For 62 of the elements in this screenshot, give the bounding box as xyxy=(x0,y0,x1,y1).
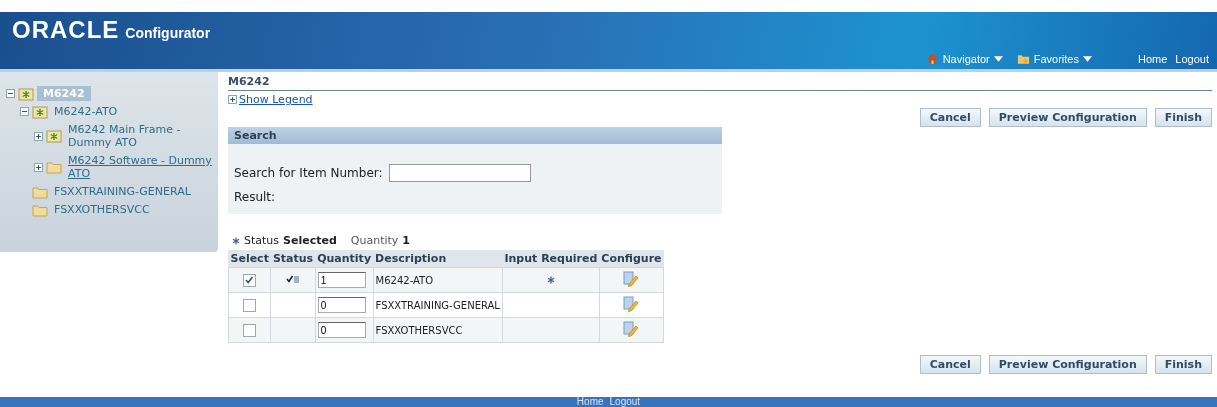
tree-item[interactable]: FSXXOTHERSVCC xyxy=(51,202,153,217)
quantity-value: 1 xyxy=(402,234,410,247)
description-cell: FSXXOTHERSVCC xyxy=(373,317,503,343)
search-field[interactable] xyxy=(388,164,531,182)
column-header: Configure xyxy=(599,250,664,268)
tree-toggle-icon[interactable] xyxy=(20,107,29,116)
asterisk-icon xyxy=(232,236,240,245)
column-header: Status xyxy=(270,250,316,268)
search-header: Search xyxy=(228,127,722,144)
caret-icon xyxy=(1083,56,1092,62)
page-title: M6242 xyxy=(228,72,1212,91)
edit-icon[interactable] xyxy=(623,296,640,312)
result-label: Result: xyxy=(233,189,277,206)
show-legend-link[interactable]: Show Legend xyxy=(239,93,313,106)
house-icon xyxy=(925,53,939,65)
logo-text: ORACLE xyxy=(12,16,120,44)
action-button[interactable]: Cancel xyxy=(919,108,981,127)
folder-star-icon xyxy=(1016,53,1030,65)
action-button[interactable]: Cancel xyxy=(919,355,981,374)
footer-link[interactable]: Home xyxy=(576,397,604,407)
tree-item[interactable]: M6242 Software - Dummy ATO xyxy=(65,153,218,181)
action-button[interactable]: Preview Configuration xyxy=(988,355,1147,374)
folder-icon xyxy=(32,202,48,217)
select-checkbox[interactable] xyxy=(243,298,257,312)
edit-icon[interactable] xyxy=(623,271,640,287)
header-link[interactable]: Logout xyxy=(1175,53,1209,65)
action-button[interactable]: Finish xyxy=(1154,108,1212,127)
column-header: Input Required xyxy=(502,250,600,268)
quantity-field[interactable]: 0 xyxy=(317,322,366,338)
column-header: Description xyxy=(373,250,503,268)
folder-icon xyxy=(32,184,48,199)
description-cell: FSXXTRAINING-GENERAL xyxy=(373,292,503,318)
tree-toggle-icon[interactable] xyxy=(34,131,43,141)
status-check-icon xyxy=(286,274,301,284)
select-checkbox[interactable] xyxy=(243,273,257,287)
product-title: Configurator xyxy=(125,25,211,41)
action-button[interactable]: Preview Configuration xyxy=(988,108,1147,127)
edit-icon[interactable] xyxy=(623,321,640,337)
select-checkbox[interactable] xyxy=(243,323,257,337)
header-link[interactable]: Home xyxy=(1138,53,1168,65)
caret-icon xyxy=(993,56,1003,62)
nav-menu[interactable]: Favorites xyxy=(1033,53,1079,65)
column-header: Select xyxy=(228,250,271,268)
quantity-field[interactable]: 1 xyxy=(317,272,366,288)
column-header: Quantity xyxy=(315,250,374,268)
status-label: Status xyxy=(244,234,280,247)
nav-menu[interactable]: Navigator xyxy=(942,53,990,65)
action-button[interactable]: Finish xyxy=(1154,355,1212,374)
asterisk-icon xyxy=(546,275,555,284)
footer-link[interactable]: Logout xyxy=(609,397,641,407)
tree-item[interactable]: FSXXTRAINING-GENERAL xyxy=(51,184,194,199)
quantity-label: Quantity xyxy=(350,234,399,247)
quantity-field[interactable]: 0 xyxy=(317,297,366,313)
description-cell: M6242-ATO xyxy=(373,267,503,293)
expand-icon xyxy=(228,95,237,104)
tree-toggle-icon[interactable] xyxy=(6,89,15,98)
folder-icon xyxy=(46,160,62,174)
tree-toggle-icon[interactable] xyxy=(34,162,43,172)
tree-item[interactable]: M6242-ATO xyxy=(51,104,121,119)
status-value: Selected xyxy=(283,234,337,247)
search-label: Search for Item Number: xyxy=(234,166,383,180)
tree-item[interactable]: M6242 Main Frame - Dummy ATO xyxy=(65,122,218,150)
